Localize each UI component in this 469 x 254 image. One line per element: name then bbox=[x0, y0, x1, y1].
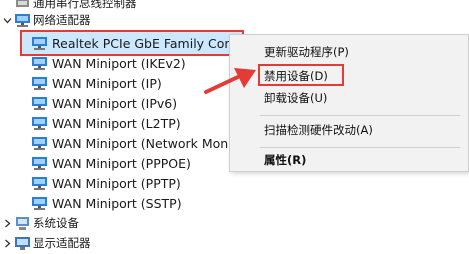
device-label: WAN Miniport (IKEv2) bbox=[52, 55, 186, 71]
device-label: WAN Miniport (IPv6) bbox=[52, 95, 178, 111]
category-row-system-devices[interactable]: 系统设备 bbox=[0, 212, 469, 234]
device-row[interactable]: WAN Miniport (SSTP) bbox=[0, 192, 469, 214]
menu-item-label: 更新驱动程序(P) bbox=[264, 45, 349, 59]
device-label: WAN Miniport (SSTP) bbox=[52, 195, 182, 211]
category-label: 网络适配器 bbox=[33, 13, 91, 27]
annotation-arrow-icon bbox=[204, 68, 256, 94]
menu-item-label: 属性(R) bbox=[264, 153, 307, 167]
network-adapter-icon bbox=[31, 196, 48, 211]
chevron-right-icon[interactable] bbox=[3, 219, 12, 228]
category-label: 显示适配器 bbox=[33, 236, 91, 250]
device-label: Realtek PCIe GbE Family Controller bbox=[52, 35, 240, 51]
menu-separator bbox=[260, 115, 460, 116]
menu-item-properties[interactable]: 属性(R) bbox=[230, 149, 468, 171]
network-category-icon bbox=[14, 13, 31, 28]
network-adapter-icon bbox=[31, 56, 48, 71]
device-row[interactable]: WAN Miniport (PPTP) bbox=[0, 172, 469, 194]
device-label: WAN Miniport (PPTP) bbox=[52, 175, 181, 191]
system-devices-icon bbox=[14, 216, 31, 231]
network-adapter-icon bbox=[31, 96, 48, 111]
device-label: WAN Miniport (IP) bbox=[52, 75, 162, 91]
menu-item-uninstall-device[interactable]: 卸载设备(U) bbox=[230, 87, 468, 109]
menu-item-scan-hardware[interactable]: 扫描检测硬件改动(A) bbox=[230, 119, 468, 141]
device-label: WAN Miniport (Network Monitor) bbox=[52, 135, 230, 151]
device-row[interactable]: WAN Miniport (Network Monitor) bbox=[0, 132, 230, 154]
chevron-down-icon[interactable] bbox=[3, 16, 12, 25]
menu-item-label: 卸载设备(U) bbox=[264, 91, 328, 105]
device-label: WAN Miniport (L2TP) bbox=[52, 115, 181, 131]
network-adapter-icon bbox=[31, 76, 48, 91]
display-adapter-icon bbox=[14, 236, 31, 251]
menu-item-label: 扫描检测硬件改动(A) bbox=[264, 123, 373, 137]
network-adapter-icon bbox=[31, 156, 48, 171]
chevron-right-icon[interactable] bbox=[3, 239, 12, 248]
category-row-network-adapters[interactable]: 网络适配器 bbox=[0, 9, 469, 31]
category-label: 系统设备 bbox=[33, 216, 79, 230]
category-row-display-adapters[interactable]: 显示适配器 bbox=[0, 232, 469, 254]
annotation-highlight-box bbox=[258, 64, 344, 86]
menu-separator bbox=[260, 147, 460, 148]
context-menu: 更新驱动程序(P) 禁用设备(D) 卸载设备(U) 扫描检测硬件改动(A) 属性… bbox=[229, 34, 469, 172]
device-row-realtek[interactable]: Realtek PCIe GbE Family Controller bbox=[0, 32, 244, 54]
network-adapter-icon bbox=[31, 36, 48, 51]
network-adapter-icon bbox=[31, 176, 48, 191]
device-label: WAN Miniport (PPPOE) bbox=[52, 155, 191, 171]
menu-item-update-driver[interactable]: 更新驱动程序(P) bbox=[230, 41, 468, 63]
network-adapter-icon bbox=[31, 116, 48, 131]
network-adapter-icon bbox=[31, 136, 48, 151]
